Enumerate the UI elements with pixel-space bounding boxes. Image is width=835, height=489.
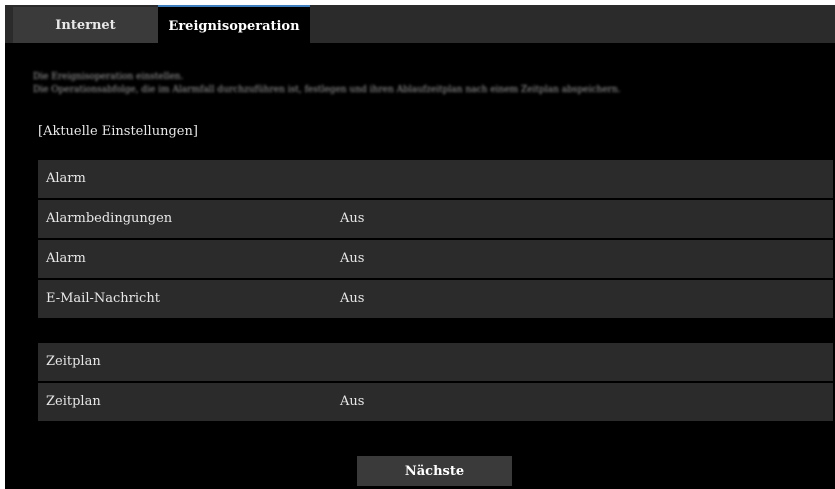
row-label-alarm: Alarm	[38, 240, 321, 278]
row-label-email-notification: E-Mail-Nachricht	[38, 280, 321, 318]
row-value-alarm: Aus	[324, 240, 833, 278]
table-row: Zeitplan Aus	[38, 383, 833, 421]
table-row: Alarmbedingungen Aus	[38, 200, 833, 238]
description-line-1: Die Ereignisoperation einstellen.	[33, 72, 184, 82]
row-label-schedule: Zeitplan	[38, 383, 321, 421]
table-row: E-Mail-Nachricht Aus	[38, 280, 833, 318]
table-row: Alarm Aus	[38, 240, 833, 278]
next-button[interactable]: Nächste	[357, 456, 512, 486]
alarm-section-header: Alarm	[38, 160, 833, 198]
schedule-section-title: Zeitplan	[46, 354, 101, 369]
alarm-section-title: Alarm	[46, 171, 86, 186]
description-line-2: Die Operationsabfolge, die im Alarmfall …	[33, 85, 621, 95]
row-value-email-notification: Aus	[324, 280, 833, 318]
row-value-alarm-conditions: Aus	[324, 200, 833, 238]
tab-internet[interactable]: Internet	[13, 7, 158, 43]
row-label-alarm-conditions: Alarmbedingungen	[38, 200, 321, 238]
tab-bar: Internet Ereignisoperation	[5, 5, 835, 45]
settings-window: Internet Ereignisoperation Die Ereigniso…	[5, 5, 835, 489]
schedule-section-header: Zeitplan	[38, 343, 833, 381]
page-description: Die Ereignisoperation einstellen. Die Op…	[33, 71, 621, 97]
current-settings-heading: [Aktuelle Einstellungen]	[38, 124, 198, 139]
tab-event-operation[interactable]: Ereignisoperation	[158, 5, 310, 45]
row-value-schedule: Aus	[324, 383, 833, 421]
